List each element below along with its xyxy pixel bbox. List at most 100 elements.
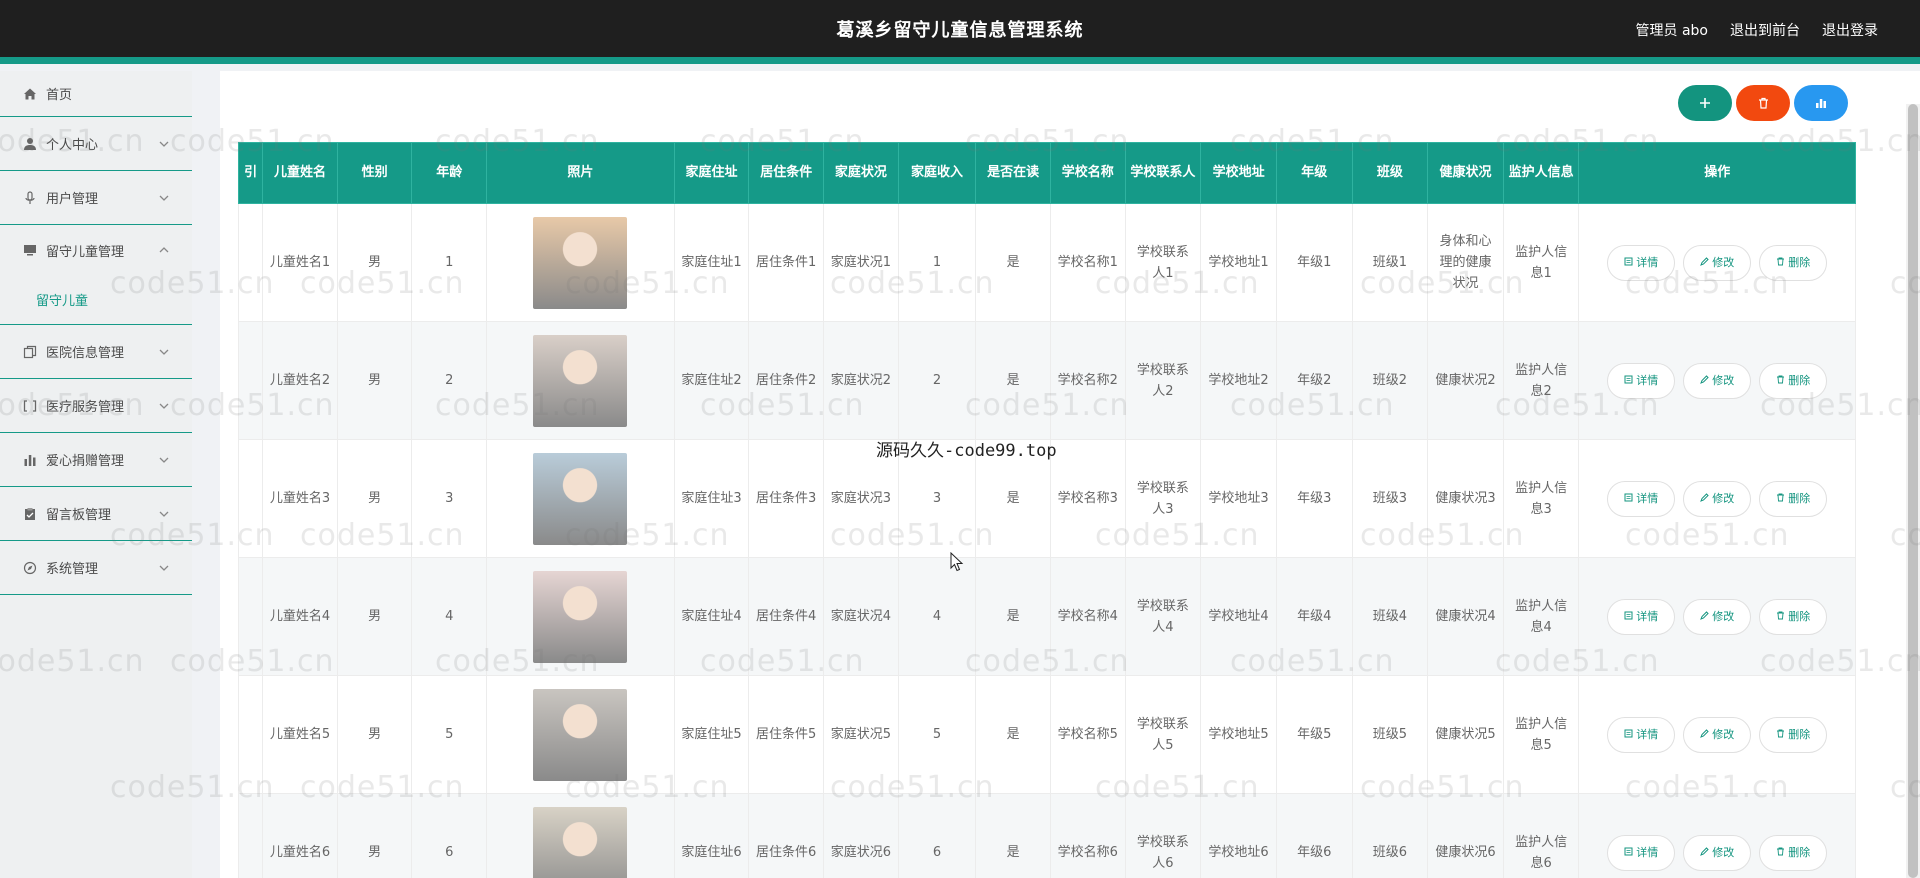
admin-label[interactable]: 管理员 abo [1636, 20, 1708, 40]
cell-grade: 年级4 [1275, 557, 1353, 676]
delete-button-label: 删除 [1788, 256, 1811, 269]
sidebar-item-label: 留守儿童管理 [46, 244, 125, 260]
vertical-scrollbar[interactable] [1906, 104, 1920, 878]
edit-button[interactable]: 修改 [1683, 480, 1752, 517]
cell-sex: 男 [336, 321, 413, 440]
sidebar-item-message[interactable]: 留言板管理 [0, 487, 192, 541]
document-icon [1624, 252, 1633, 273]
cell-status: 家庭状况6 [823, 793, 899, 878]
child-photo[interactable] [533, 570, 628, 663]
child-photo[interactable] [533, 806, 628, 878]
index-cell [238, 321, 264, 440]
cell-guardian: 监护人信息2 [1502, 321, 1580, 440]
statistics-button[interactable] [1794, 85, 1848, 121]
document-icon [1624, 606, 1633, 627]
delete-button-label: 删除 [1788, 610, 1811, 623]
photo-cell [486, 203, 675, 322]
sidebar-item-label: 留言板管理 [46, 508, 112, 523]
cell-school: 学校名称3 [1049, 439, 1126, 558]
cell-grade: 年级2 [1275, 321, 1353, 440]
cell-sex: 男 [336, 675, 413, 794]
compass-icon [22, 560, 38, 576]
chevron-down-icon [158, 508, 170, 520]
delete-button[interactable]: 删除 [1759, 598, 1828, 635]
cell-cond: 居住条件3 [748, 439, 825, 558]
copy-icon [22, 344, 38, 360]
detail-button[interactable]: 详情 [1607, 716, 1676, 753]
detail-button[interactable]: 详情 [1607, 480, 1676, 517]
operations-cell: 详情 修改 删除 [1578, 793, 1856, 878]
sidebar-item-label: 个人中心 [46, 138, 99, 153]
sidebar-item-donation[interactable]: 爱心捐赠管理 [0, 433, 192, 487]
cell-health: 身体和心理的健康状况 [1427, 203, 1504, 322]
child-photo[interactable] [533, 216, 628, 309]
cell-contact: 学校联系人5 [1124, 675, 1202, 794]
detail-button[interactable]: 详情 [1607, 362, 1676, 399]
edit-button[interactable]: 修改 [1683, 362, 1752, 399]
cell-income: 3 [897, 439, 977, 558]
cell-reading: 是 [975, 793, 1051, 878]
detail-button[interactable]: 详情 [1607, 834, 1676, 871]
column-header: 照片 [486, 142, 675, 204]
table-row: 儿童姓名4 男 4 家庭住址4 居住条件4 家庭状况4 4 是学校名称4 学校联系人4 学校地址4… [238, 557, 1856, 676]
sidebar-item-children[interactable]: 留守儿童管理 [0, 225, 192, 275]
cell-addr: 家庭住址4 [673, 557, 750, 676]
batch-delete-button[interactable] [1736, 85, 1790, 121]
sidebar-item-users[interactable]: 用户管理 [0, 171, 192, 225]
detail-button-label: 详情 [1636, 728, 1659, 741]
child-photo[interactable] [533, 334, 628, 427]
delete-button[interactable]: 删除 [1759, 716, 1828, 753]
detail-button[interactable]: 详情 [1607, 598, 1676, 635]
cell-status: 家庭状况5 [823, 675, 899, 794]
delete-button[interactable]: 删除 [1759, 480, 1828, 517]
edit-button[interactable]: 修改 [1683, 244, 1752, 281]
sidebar-item-system[interactable]: 系统管理 [0, 541, 192, 595]
sidebar-item-hospital[interactable]: 医院信息管理 [0, 325, 192, 379]
cell-income: 1 [897, 203, 977, 322]
delete-button-label: 删除 [1788, 374, 1811, 387]
child-photo[interactable] [533, 452, 628, 545]
child-photo[interactable] [533, 688, 628, 781]
cell-income: 6 [897, 793, 977, 878]
column-header: 班级 [1351, 142, 1429, 204]
cell-cond: 居住条件6 [748, 793, 825, 878]
operations-cell: 详情 修改 删除 [1578, 557, 1856, 676]
cell-age: 3 [411, 439, 488, 558]
cell-guardian: 监护人信息3 [1502, 439, 1580, 558]
sidebar-item-medical[interactable]: 医疗服务管理 [0, 379, 192, 433]
column-header: 年龄 [411, 142, 488, 204]
logout-link[interactable]: 退出登录 [1822, 20, 1878, 40]
table-row: 儿童姓名6 男 6 家庭住址6 居住条件6 家庭状况6 6 是学校名称6 学校联系人6 学校地址6… [238, 793, 1856, 878]
cell-school-addr: 学校地址2 [1200, 321, 1277, 440]
trash-icon [1758, 94, 1769, 113]
detail-button[interactable]: 详情 [1607, 244, 1676, 281]
cell-cond: 居住条件4 [748, 557, 825, 676]
cell-status: 家庭状况2 [823, 321, 899, 440]
cell-school: 学校名称4 [1049, 557, 1126, 676]
delete-button[interactable]: 删除 [1759, 834, 1828, 871]
index-cell [238, 675, 264, 794]
add-button[interactable] [1678, 85, 1732, 121]
edit-button[interactable]: 修改 [1683, 716, 1752, 753]
trash-icon [1776, 606, 1785, 627]
index-cell [238, 203, 264, 322]
top-header: 葛溪乡留守儿童信息管理系统 管理员 abo 退出到前台 退出登录 [0, 0, 1920, 64]
sidebar-subitem-children[interactable]: 留守儿童 [0, 275, 192, 325]
scrollbar-thumb[interactable] [1908, 104, 1918, 878]
edit-button[interactable]: 修改 [1683, 598, 1752, 635]
operations-cell: 详情 修改 删除 [1578, 321, 1856, 440]
table-row: 儿童姓名2 男 2 家庭住址2 居住条件2 家庭状况2 2 是学校名称2 学校联系人2 学校地址2… [238, 321, 1856, 440]
cell-contact: 学校联系人6 [1124, 793, 1202, 878]
exit-front-link[interactable]: 退出到前台 [1730, 20, 1800, 40]
edit-button[interactable]: 修改 [1683, 834, 1752, 871]
document-icon [1624, 842, 1633, 863]
delete-button[interactable]: 删除 [1759, 244, 1828, 281]
delete-button[interactable]: 删除 [1759, 362, 1828, 399]
operations-cell: 详情 修改 删除 [1578, 439, 1856, 558]
pencil-icon [1700, 606, 1709, 627]
sidebar-item-home[interactable]: 首页 [0, 71, 192, 117]
trash-icon [1776, 370, 1785, 391]
sidebar-item-personal[interactable]: 个人中心 [0, 117, 192, 171]
cell-school-addr: 学校地址4 [1200, 557, 1277, 676]
layout-gutter [192, 71, 220, 878]
